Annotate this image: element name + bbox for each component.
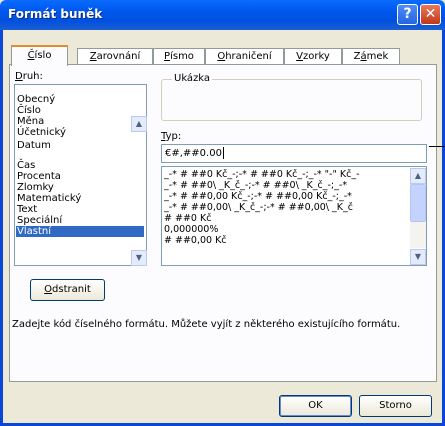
tab-vzorky[interactable]: Vzorky (284, 48, 342, 65)
close-icon[interactable]: ✕ (420, 4, 441, 25)
category-item-text[interactable]: Text (17, 204, 37, 215)
cancel-button[interactable]: Storno (359, 395, 432, 417)
sample-label: Ukázka (172, 73, 213, 84)
category-listbox[interactable]: Obecný Číslo Měna Účetnický Datum Čas Pr… (14, 84, 147, 266)
tab-zarovnani[interactable]: Zarovnání (77, 48, 153, 65)
category-label: Druh: (15, 71, 43, 82)
window-title: Formát buněk (8, 7, 103, 21)
type-input[interactable]: €#,##0.00 (161, 144, 427, 163)
tab-zamek[interactable]: Zámek (342, 48, 400, 65)
category-item-ucetnicky[interactable]: Účetnický (17, 127, 66, 138)
category-scroll-down-icon[interactable]: ▼ (131, 250, 147, 266)
category-item-mena[interactable]: Měna (17, 116, 44, 127)
category-item-obecny[interactable]: Obecný (17, 94, 55, 105)
category-item-procenta[interactable]: Procenta (17, 171, 61, 182)
tab-ohraniceni[interactable]: Ohraničení (205, 48, 284, 65)
format-item[interactable]: # ##0 Kč (164, 213, 404, 224)
description-text: Zadejte kód číselného formátu. Můžete vy… (12, 319, 401, 330)
category-scroll-up-icon[interactable]: ▲ (131, 116, 147, 132)
format-scroll-up-icon[interactable]: ▲ (410, 168, 426, 184)
format-item[interactable]: _-* # ##0\ _K_č_-;-* # ##0\ _K_č_-;_-* (164, 180, 404, 191)
help-icon[interactable]: ? (397, 4, 418, 25)
format-scroll-thumb[interactable] (410, 184, 426, 222)
format-item[interactable]: 0,000000% (164, 224, 404, 235)
format-item[interactable]: _-* # ##0,00 Kč_-;-* # ##0,00 Kč_-;_-* (164, 191, 404, 202)
window-frame-left (0, 30, 3, 426)
category-item-vlastni[interactable]: Vlastní (16, 226, 144, 237)
tab-pismo[interactable]: Písmo (153, 48, 205, 65)
tab-cislo[interactable]: Číslo (11, 45, 68, 66)
callout-line (429, 146, 445, 147)
category-item-zlomky[interactable]: Zlomky (17, 182, 54, 193)
category-item-datum[interactable]: Datum (17, 140, 51, 151)
text-caret (222, 147, 224, 159)
sample-groupbox (161, 79, 422, 121)
category-item-cislo[interactable]: Číslo (17, 105, 41, 116)
title-bar[interactable]: Formát buněk ? ✕ (0, 0, 445, 30)
format-item[interactable]: _-* # ##0,00\ _K_č_-;-* # ##0,00\ _K_č (164, 202, 404, 213)
category-item-specialni[interactable]: Speciální (17, 215, 62, 226)
category-item-cas[interactable]: Čas (17, 160, 35, 171)
category-item-matematicky[interactable]: Matematický (17, 193, 81, 204)
format-scroll-down-icon[interactable]: ▼ (410, 249, 426, 265)
format-item[interactable]: # ##0,00 Kč (164, 235, 404, 246)
format-item[interactable]: _-* # ##0 Kč_-;-* # ##0 Kč_-;_-* "-" Kč_… (164, 169, 404, 180)
format-listbox[interactable]: _-* # ##0 Kč_-;-* # ##0 Kč_-;_-* "-" Kč_… (161, 166, 427, 266)
type-label: Typ: (161, 131, 182, 142)
ok-button[interactable]: OK (279, 395, 352, 417)
delete-button[interactable]: Odstranit (30, 279, 105, 301)
